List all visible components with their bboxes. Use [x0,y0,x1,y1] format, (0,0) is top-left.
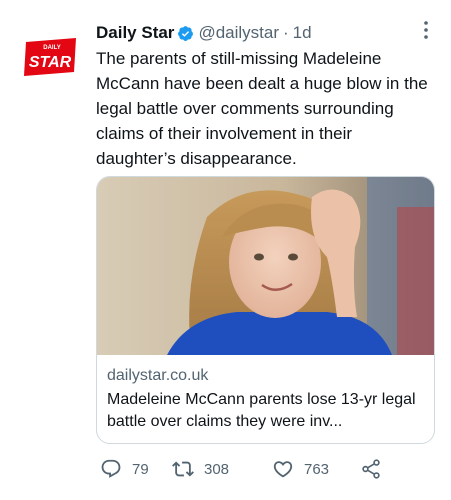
share-icon [362,459,380,479]
display-name[interactable]: Daily Star [96,23,174,43]
reply-count: 79 [132,460,149,478]
tweet-actions: 79 308 763 [96,456,436,482]
more-options-icon[interactable] [416,18,436,42]
avatar[interactable]: DAILY STAR [22,36,78,78]
tweet-text: The parents of still-missing Madeleine M… [96,49,428,168]
avatar-logo-top: DAILY [43,45,60,51]
card-image[interactable] [97,177,435,355]
separator-dot: · [283,23,289,42]
avatar-logo-main: STAR [29,54,72,71]
timestamp[interactable]: 1d [293,23,312,43]
card-domain: dailystar.co.uk [107,367,209,384]
tweet-header: Daily Star @dailystar · 1d [96,20,312,46]
reply-icon [101,459,121,478]
retweet-icon [172,461,194,477]
retweet-button[interactable]: 308 [172,456,229,482]
heart-icon [273,461,293,478]
verified-badge-icon [178,25,194,41]
card-title: Madeleine McCann parents lose 13-yr lega… [107,391,416,430]
like-count: 763 [304,460,330,478]
reply-button[interactable]: 79 [100,456,149,482]
handle[interactable]: @dailystar [198,23,279,43]
tweet[interactable]: DAILY STAR Daily Star @dailystar · 1d Th… [0,0,451,500]
like-button[interactable]: 763 [272,456,329,482]
retweet-count: 308 [204,460,230,478]
link-card[interactable]: dailystar.co.uk Madeleine McCann parents… [96,176,435,444]
share-button[interactable] [360,456,382,482]
